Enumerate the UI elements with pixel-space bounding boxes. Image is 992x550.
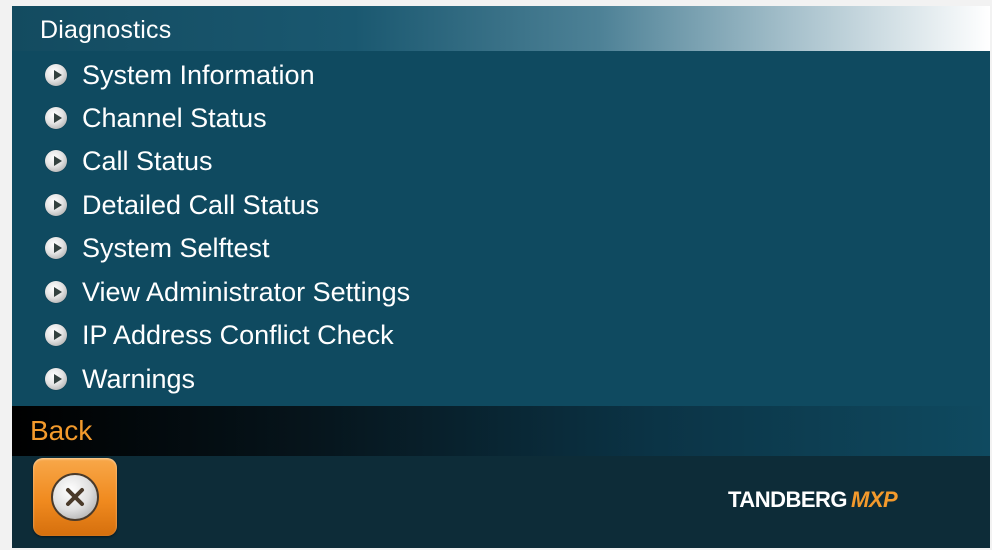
menu-item-label: System Information <box>82 59 315 90</box>
menu-item-label: Channel Status <box>82 102 267 133</box>
play-bullet-icon <box>45 368 67 390</box>
menu-item-channel-status[interactable]: Channel Status <box>45 98 267 138</box>
menu-item-ip-address-conflict-check[interactable]: IP Address Conflict Check <box>45 315 394 355</box>
menu-item-label: View Administrator Settings <box>82 276 411 307</box>
brand-name: TANDBERG <box>728 487 848 512</box>
play-bullet-icon <box>45 150 67 172</box>
menu-item-label: IP Address Conflict Check <box>82 319 394 350</box>
back-label: Back <box>30 415 93 446</box>
menu-item-detailed-call-status[interactable]: Detailed Call Status <box>45 185 319 225</box>
back-bar: Back <box>12 406 990 456</box>
menu-item-label: Call Status <box>82 145 213 176</box>
play-bullet-icon <box>45 64 67 86</box>
back-button[interactable] <box>33 458 117 536</box>
close-icon <box>51 473 99 521</box>
menu-item-system-selftest[interactable]: System Selftest <box>45 228 270 268</box>
page-title: Diagnostics <box>40 16 172 44</box>
play-bullet-icon <box>45 237 67 259</box>
menu-item-label: System Selftest <box>82 232 270 263</box>
menu-item-system-information[interactable]: System Information <box>45 55 315 95</box>
brand-suffix: MXP <box>851 487 898 512</box>
play-bullet-icon <box>45 324 67 346</box>
play-bullet-icon <box>45 194 67 216</box>
play-bullet-icon <box>45 107 67 129</box>
menu-item-label: Warnings <box>82 363 196 394</box>
menu-item-call-status[interactable]: Call Status <box>45 141 213 181</box>
menu-item-label: Detailed Call Status <box>82 189 320 220</box>
menu-item-warnings[interactable]: Warnings <box>45 359 195 399</box>
menu-item-view-administrator-settings[interactable]: View Administrator Settings <box>45 272 410 312</box>
brand-logo: TANDBERG MXP <box>728 487 898 513</box>
title-bar: Diagnostics <box>12 6 990 51</box>
diagnostics-screen: Diagnostics System Information Channel S… <box>12 6 990 548</box>
play-bullet-icon <box>45 281 67 303</box>
bottom-bar: TANDBERG MXP <box>12 456 990 548</box>
diagnostics-menu: System Information Channel Status Call S… <box>12 51 990 406</box>
